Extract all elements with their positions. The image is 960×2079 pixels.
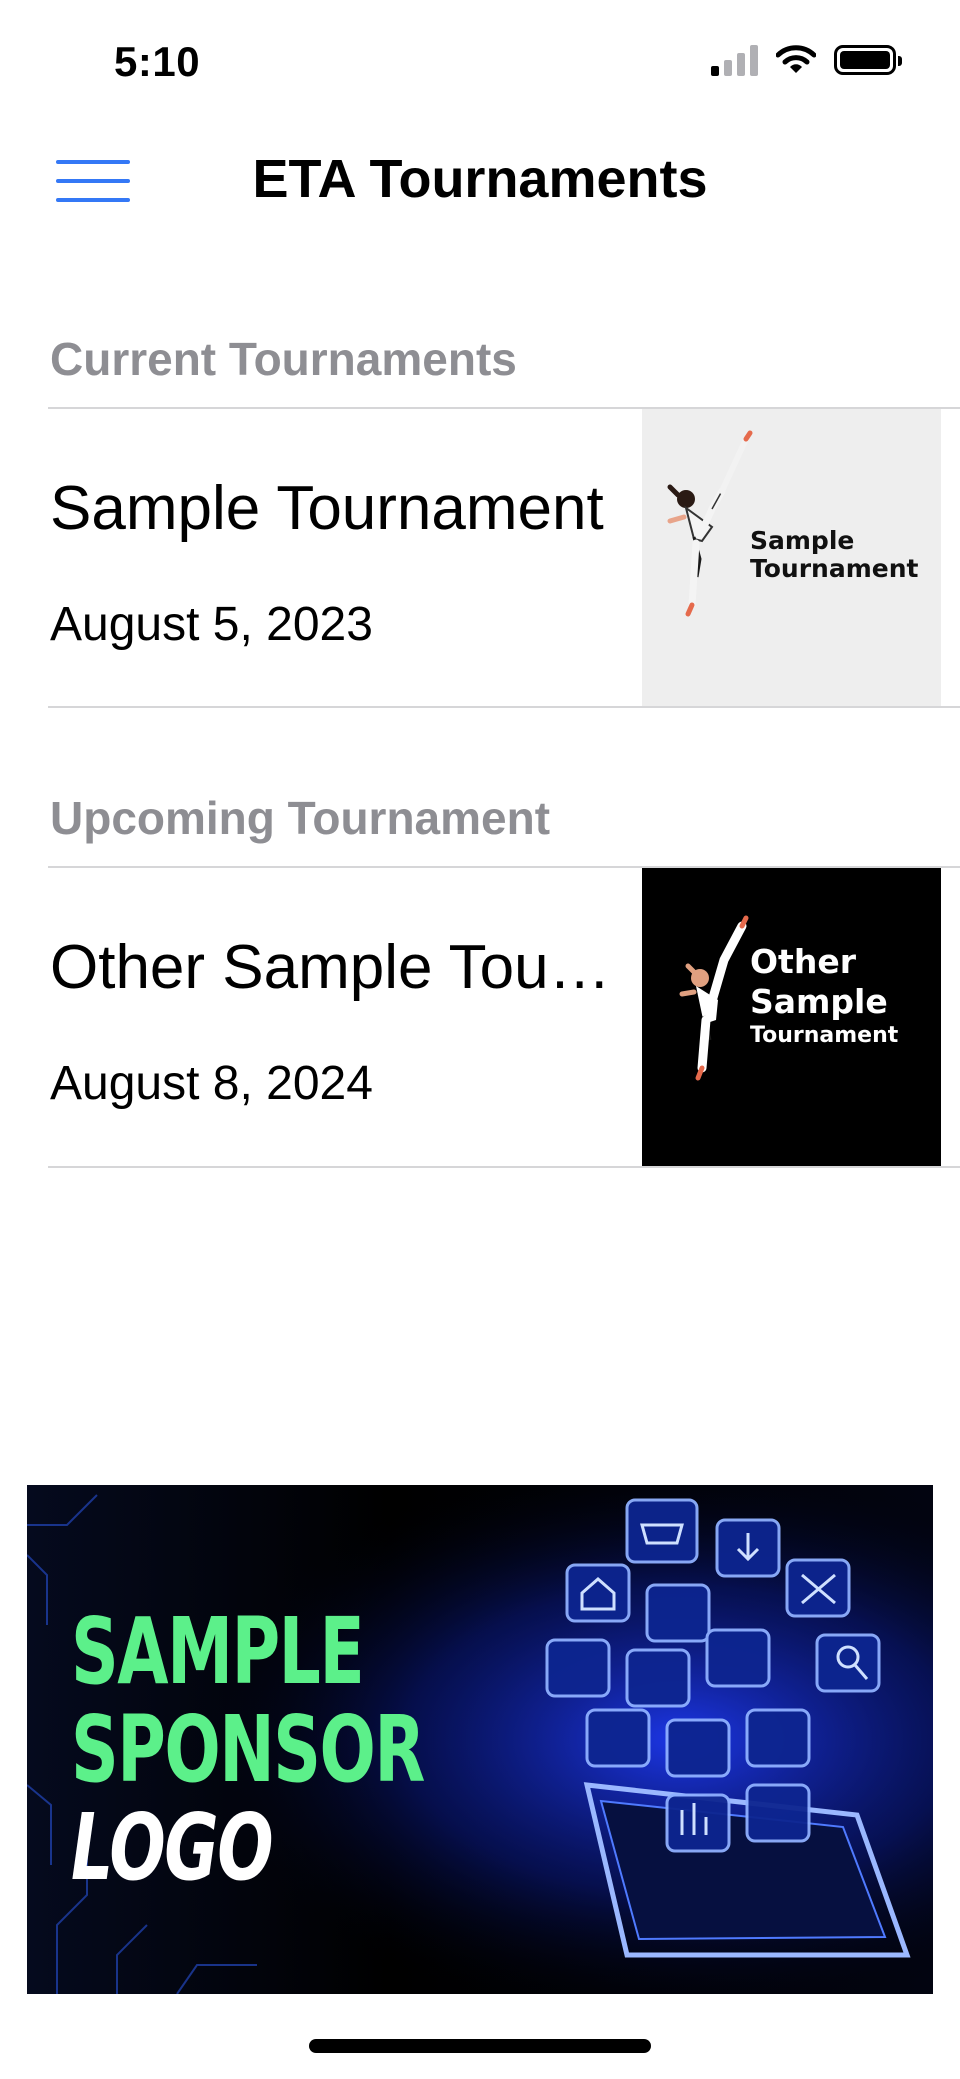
thumbnail-caption: Sample Tournament	[750, 526, 919, 583]
tournament-thumbnail: Other Sample Tournament	[642, 868, 941, 1166]
tournament-row-other-sample[interactable]: Other Sample Tournament August 8, 2024 O…	[0, 868, 960, 1166]
home-indicator[interactable]	[309, 2039, 651, 2053]
wifi-icon	[776, 45, 816, 73]
tournament-title: Other Sample Tournament	[50, 933, 630, 1002]
sponsor-banner[interactable]: SAMPLE SPONSOR LOGO	[27, 1485, 933, 1994]
cellular-signal-icon	[711, 44, 758, 76]
section-header-upcoming: Upcoming Tournament	[50, 792, 551, 844]
divider	[48, 706, 960, 708]
tournament-title: Sample Tournament	[50, 474, 604, 543]
tournament-date: August 5, 2023	[50, 598, 373, 651]
page-title: ETA Tournaments	[252, 149, 708, 209]
tournament-row-sample[interactable]: Sample Tournament August 5, 2023 Sample …	[0, 409, 960, 707]
tournament-thumbnail: Sample Tournament	[642, 409, 941, 707]
status-icons	[711, 44, 902, 76]
tournament-date: August 8, 2024	[50, 1057, 373, 1110]
section-header-current: Current Tournaments	[50, 333, 517, 385]
status-time: 5:10	[114, 38, 201, 85]
thumbnail-caption: Other Sample Tournament	[750, 942, 899, 1048]
navigation-bar: ETA Tournaments	[0, 130, 960, 240]
status-bar: 5:10	[0, 0, 960, 130]
sponsor-wordmark: SAMPLE SPONSOR LOGO	[71, 1598, 425, 1901]
divider	[48, 1166, 960, 1168]
battery-icon	[834, 45, 902, 75]
